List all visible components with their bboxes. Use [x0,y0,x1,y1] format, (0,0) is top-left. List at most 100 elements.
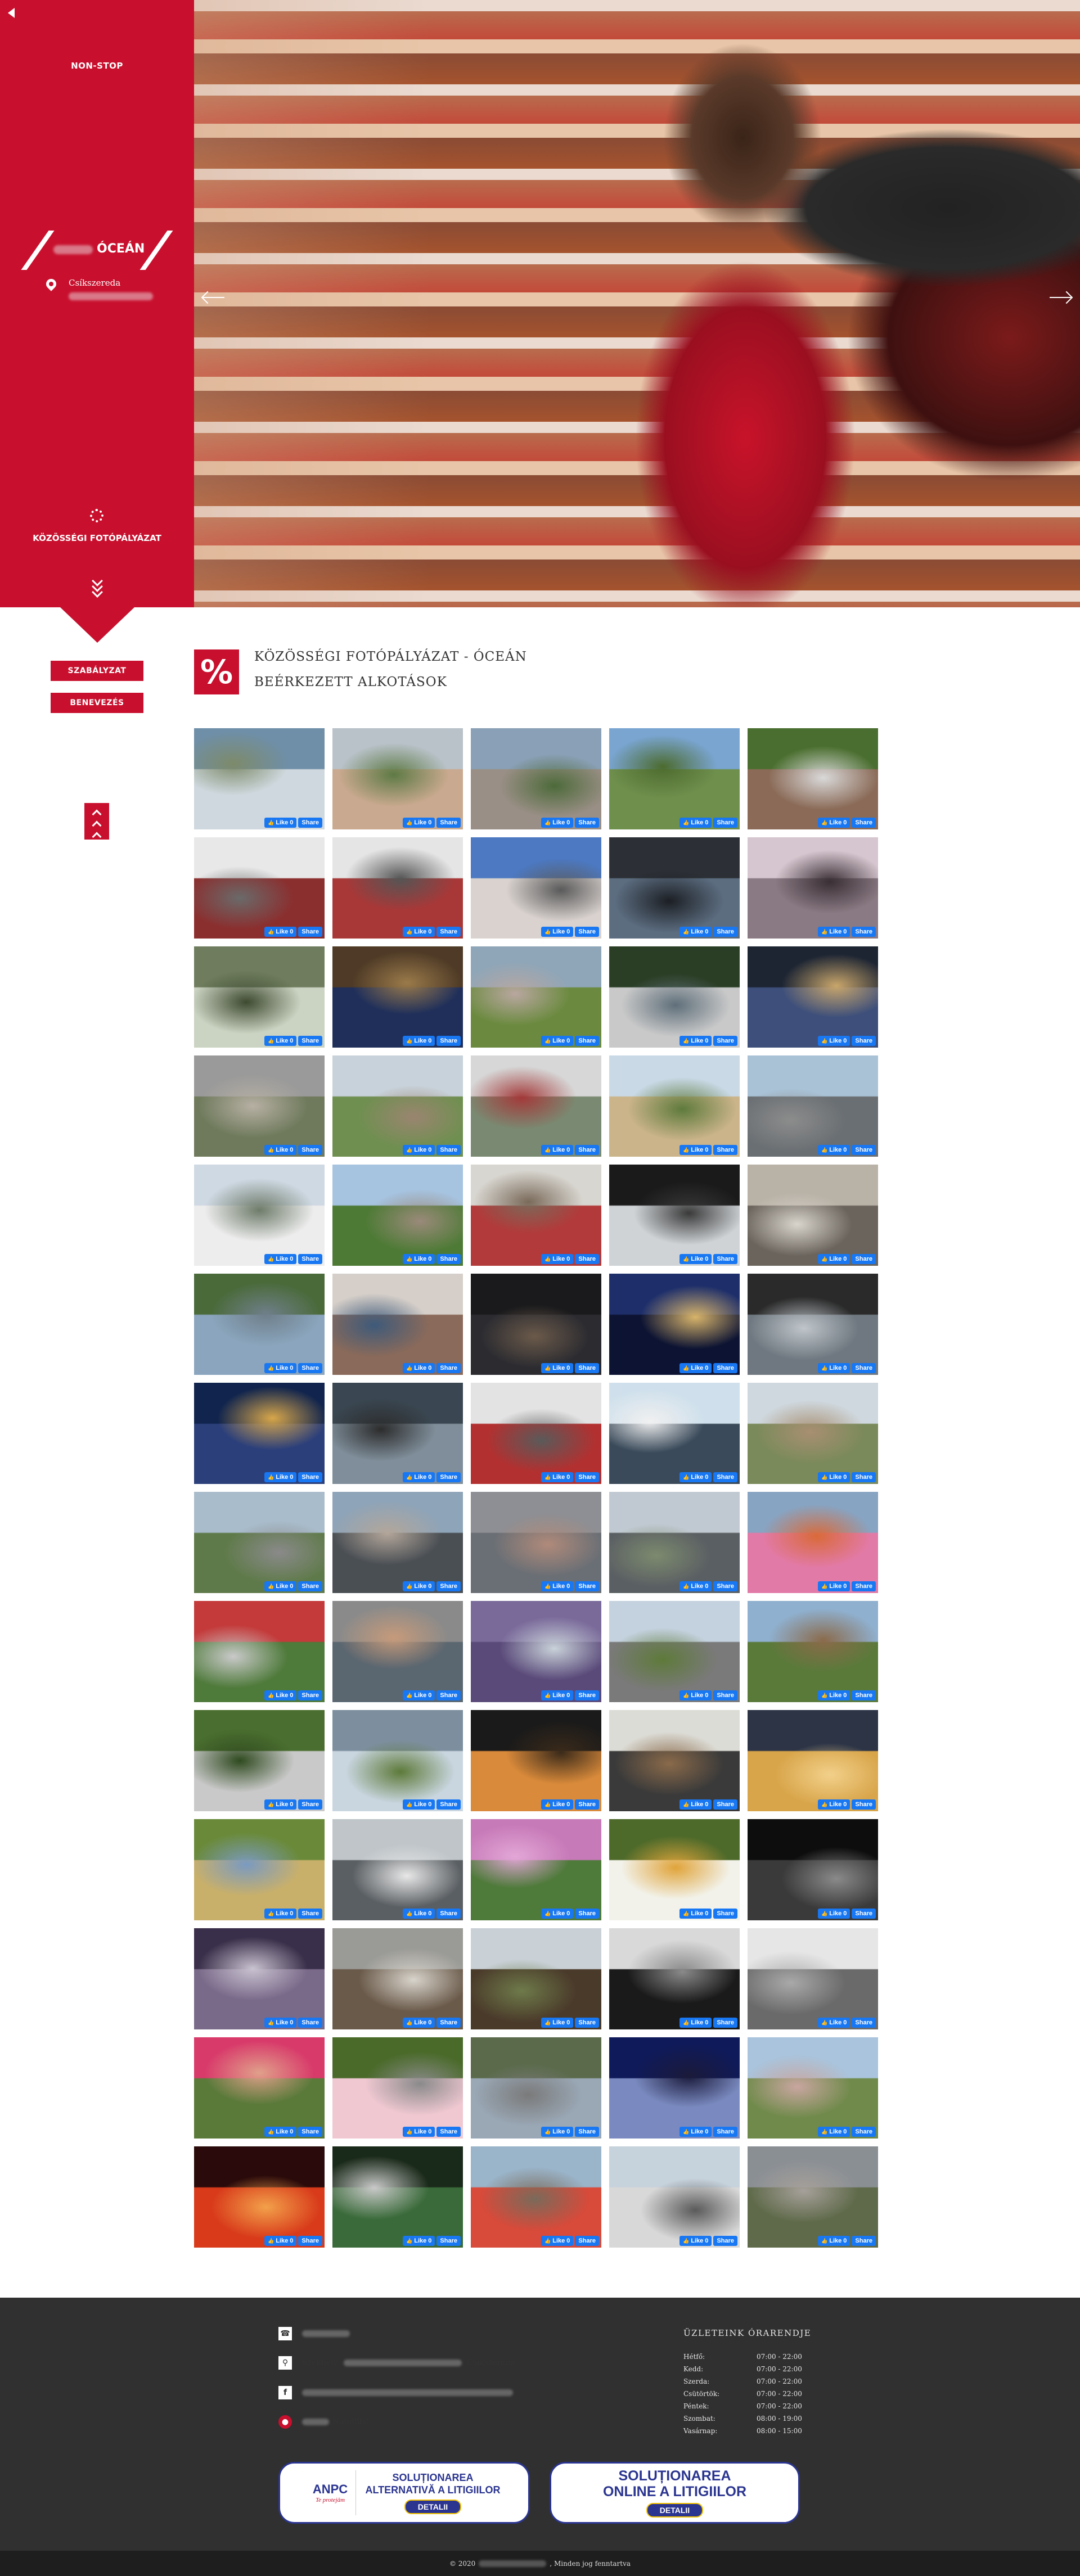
facebook-like-button[interactable]: Like 0 [541,1036,574,1046]
facebook-share-button[interactable]: Share [298,1799,322,1810]
photo-tile[interactable]: Like 0Share [332,1601,463,1702]
facebook-like-button[interactable]: Like 0 [264,1690,297,1700]
facebook-like-button[interactable]: Like 0 [403,1581,435,1591]
facebook-like-button[interactable]: Like 0 [680,1472,712,1482]
facebook-share-button[interactable]: Share [575,927,599,937]
photo-tile[interactable]: Like 0Share [609,2037,740,2139]
photo-tile[interactable]: Like 0Share [194,1928,325,2029]
facebook-like-button[interactable]: Like 0 [541,1690,574,1700]
facebook-share-button[interactable]: Share [575,1145,599,1155]
facebook-like-button[interactable]: Like 0 [403,2127,435,2137]
facebook-share-button[interactable]: Share [713,2236,737,2246]
facebook-share-button[interactable]: Share [436,2236,461,2246]
facebook-share-button[interactable]: Share [298,1036,322,1046]
photo-tile[interactable]: Like 0Share [609,1165,740,1266]
photo-tile[interactable]: Like 0Share [471,1383,601,1484]
facebook-share-button[interactable]: Share [298,1690,322,1700]
facebook-share-button[interactable]: Share [575,2018,599,2028]
photo-tile[interactable]: Like 0Share [748,1165,878,1266]
anpc-details-button[interactable]: DETALII [404,2500,462,2514]
facebook-share-button[interactable]: Share [852,1036,876,1046]
facebook-like-button[interactable]: Like 0 [264,818,297,828]
photo-tile[interactable]: Like 0Share [471,1819,601,1920]
facebook-like-button[interactable]: Like 0 [818,2127,850,2137]
contact-phone[interactable]: ☎ [278,2327,350,2340]
facebook-share-button[interactable]: Share [298,2236,322,2246]
facebook-share-button[interactable]: Share [713,1036,737,1046]
photo-tile[interactable]: Like 0Share [609,1383,740,1484]
facebook-like-button[interactable]: Like 0 [818,1799,850,1810]
facebook-share-button[interactable]: Share [852,1799,876,1810]
photo-tile[interactable]: Like 0Share [332,2037,463,2139]
facebook-share-button[interactable]: Share [575,1472,599,1482]
facebook-like-button[interactable]: Like 0 [264,2018,297,2028]
photo-tile[interactable]: Like 0Share [748,1710,878,1811]
photo-tile[interactable]: Like 0Share [609,1710,740,1811]
photo-tile[interactable]: Like 0Share [609,1492,740,1593]
facebook-like-button[interactable]: Like 0 [403,1145,435,1155]
photo-tile[interactable]: Like 0Share [471,1710,601,1811]
facebook-like-button[interactable]: Like 0 [541,1145,574,1155]
facebook-share-button[interactable]: Share [436,1036,461,1046]
facebook-like-button[interactable]: Like 0 [680,1909,712,1919]
facebook-like-button[interactable]: Like 0 [541,927,574,937]
facebook-like-button[interactable]: Like 0 [541,1799,574,1810]
facebook-like-button[interactable]: Like 0 [818,1690,850,1700]
photo-tile[interactable]: Like 0Share [194,1601,325,1702]
facebook-like-button[interactable]: Like 0 [818,1145,850,1155]
photo-tile[interactable]: Like 0Share [332,1274,463,1375]
photo-tile[interactable]: Like 0Share [471,1928,601,2029]
photo-tile[interactable]: Like 0Share [748,837,878,939]
facebook-share-button[interactable]: Share [436,1581,461,1591]
facebook-share-button[interactable]: Share [298,1254,322,1264]
photo-tile[interactable]: Like 0Share [332,1165,463,1266]
facebook-like-button[interactable]: Like 0 [680,1581,712,1591]
facebook-like-button[interactable]: Like 0 [403,1909,435,1919]
facebook-share-button[interactable]: Share [298,2127,322,2137]
facebook-share-button[interactable]: Share [713,927,737,937]
facebook-share-button[interactable]: Share [436,1254,461,1264]
facebook-like-button[interactable]: Like 0 [541,1909,574,1919]
facebook-like-button[interactable]: Like 0 [264,927,297,937]
facebook-like-button[interactable]: Like 0 [680,2018,712,2028]
facebook-share-button[interactable]: Share [575,1036,599,1046]
facebook-like-button[interactable]: Like 0 [680,1799,712,1810]
facebook-like-button[interactable]: Like 0 [680,1254,712,1264]
facebook-like-button[interactable]: Like 0 [403,1363,435,1373]
facebook-like-button[interactable]: Like 0 [264,1363,297,1373]
facebook-like-button[interactable]: Like 0 [403,2236,435,2246]
facebook-share-button[interactable]: Share [298,1909,322,1919]
photo-tile[interactable]: Like 0Share [194,1710,325,1811]
facebook-like-button[interactable]: Like 0 [680,818,712,828]
facebook-like-button[interactable]: Like 0 [680,1145,712,1155]
photo-tile[interactable]: Like 0Share [609,2146,740,2248]
photo-tile[interactable]: Like 0Share [332,946,463,1048]
facebook-like-button[interactable]: Like 0 [818,1581,850,1591]
facebook-like-button[interactable]: Like 0 [541,2236,574,2246]
facebook-share-button[interactable]: Share [852,2018,876,2028]
facebook-like-button[interactable]: Like 0 [818,1254,850,1264]
facebook-like-button[interactable]: Like 0 [403,2018,435,2028]
photo-tile[interactable]: Like 0Share [332,1710,463,1811]
facebook-like-button[interactable]: Like 0 [403,1799,435,1810]
facebook-share-button[interactable]: Share [436,818,461,828]
facebook-like-button[interactable]: Like 0 [818,1909,850,1919]
photo-tile[interactable]: Like 0Share [471,728,601,829]
online-details-button[interactable]: DETALII [646,2503,704,2518]
photo-tile[interactable]: Like 0Share [471,946,601,1048]
facebook-share-button[interactable]: Share [575,1909,599,1919]
facebook-share-button[interactable]: Share [298,927,322,937]
facebook-like-button[interactable]: Like 0 [541,1472,574,1482]
photo-tile[interactable]: Like 0Share [471,2037,601,2139]
facebook-share-button[interactable]: Share [852,2236,876,2246]
facebook-like-button[interactable]: Like 0 [818,1363,850,1373]
facebook-share-button[interactable]: Share [713,1799,737,1810]
photo-tile[interactable]: Like 0Share [194,728,325,829]
photo-tile[interactable]: Like 0Share [748,1492,878,1593]
photo-tile[interactable]: Like 0Share [748,728,878,829]
facebook-share-button[interactable]: Share [575,1799,599,1810]
facebook-like-button[interactable]: Like 0 [818,2236,850,2246]
facebook-share-button[interactable]: Share [436,1472,461,1482]
photo-tile[interactable]: Like 0Share [748,1601,878,1702]
photo-tile[interactable]: Like 0Share [748,1055,878,1157]
